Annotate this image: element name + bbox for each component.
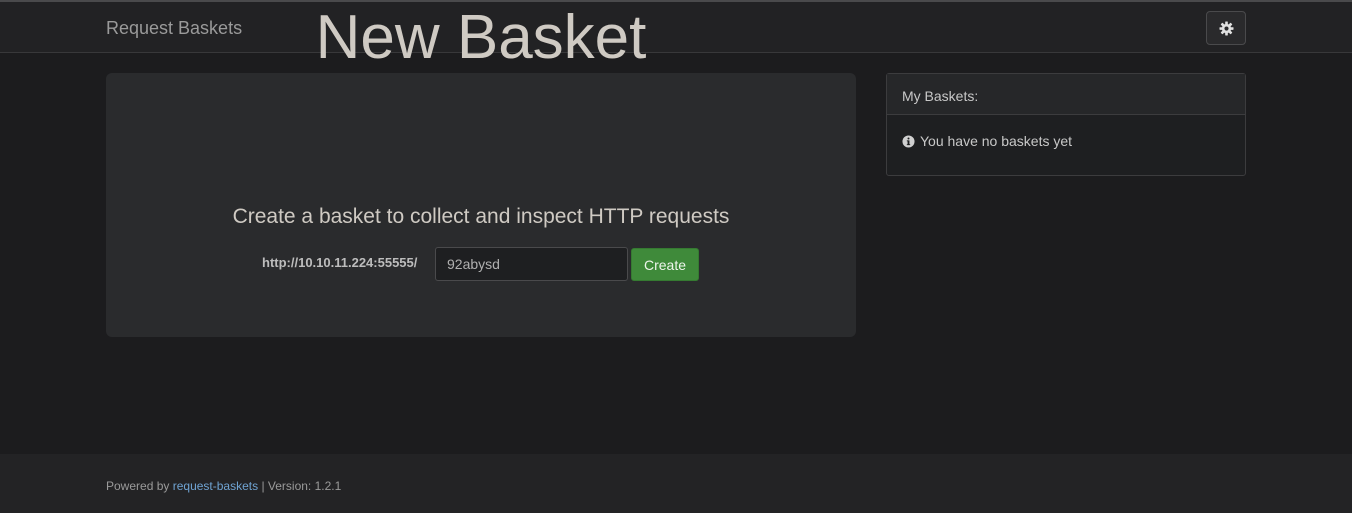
gear-icon — [1218, 20, 1234, 36]
page-title: New Basket — [315, 3, 647, 72]
basket-url-prefix: http://10.10.11.224:55555/ — [262, 255, 418, 270]
footer-version: | Version: 1.2.1 — [261, 479, 342, 493]
footer: Powered by request-baskets | Version: 1.… — [0, 454, 1352, 513]
basket-name-input[interactable] — [435, 247, 628, 281]
request-baskets-link[interactable]: request-baskets — [173, 479, 258, 493]
settings-button[interactable] — [1206, 11, 1246, 45]
footer-text: Powered by request-baskets | Version: 1.… — [106, 479, 341, 493]
panel-body: You have no baskets yet — [887, 115, 1245, 149]
create-button[interactable]: Create — [631, 248, 699, 281]
my-baskets-panel: My Baskets: You have no baskets yet — [886, 73, 1246, 176]
empty-baskets-message: You have no baskets yet — [920, 133, 1073, 149]
new-basket-jumbotron: New Basket Create a basket to collect an… — [106, 3, 856, 337]
page-subtitle: Create a basket to collect and inspect H… — [232, 205, 730, 228]
panel-heading: My Baskets: — [887, 74, 1245, 115]
footer-powered-by: Powered by — [106, 479, 170, 493]
info-circle-icon — [902, 134, 915, 148]
